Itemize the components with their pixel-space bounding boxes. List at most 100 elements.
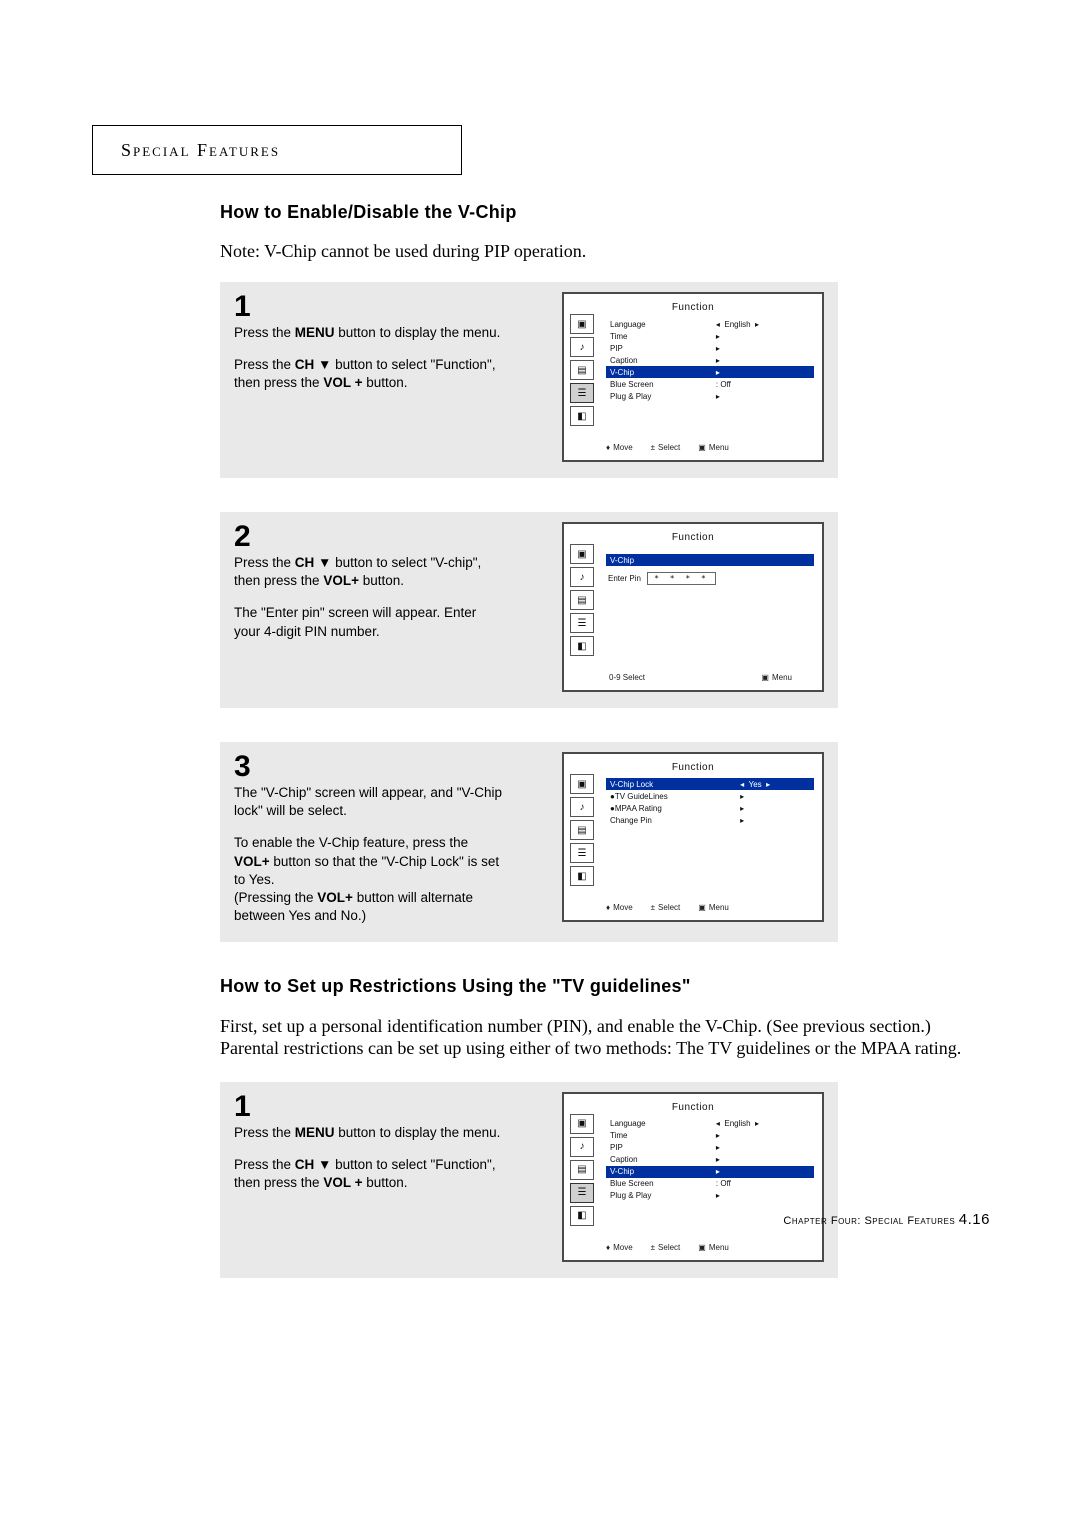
osd-menu-value: ▸	[722, 790, 814, 802]
osd-icon-1: ▣	[570, 544, 594, 564]
osd-menu-value: ▸	[698, 342, 814, 354]
footer-page-number: 4.16	[959, 1211, 990, 1228]
osd-menu-value: ▸	[698, 330, 814, 342]
osd-title: Function	[564, 302, 822, 313]
osd-menu-label: Change Pin	[606, 814, 722, 826]
osd-title: Function	[564, 1102, 822, 1113]
osd-icon-5: ◧	[570, 636, 594, 656]
osd-title: Function	[564, 762, 822, 773]
step-number: 2	[234, 522, 504, 552]
osd-icon-2: ♪	[570, 797, 594, 817]
osd-menu-label: V-Chip	[606, 1166, 698, 1178]
osd-menu-label: V-Chip Lock	[606, 778, 722, 790]
step-2-text: 2 Press the CH ▼ button to select "V-chi…	[234, 522, 514, 692]
osd-icon-3: ▤	[570, 590, 594, 610]
osd-menu-value: ▸	[698, 1130, 814, 1142]
osd-menu-value: : Off	[698, 378, 814, 390]
osd-menu-value: ▸	[722, 802, 814, 814]
osd-screen-vchip-lock: Function ▣ ♪ ▤ ☰ ◧ V-Chip Lock◂ Yes ▸●TV…	[562, 752, 824, 922]
step-number: 3	[234, 752, 504, 782]
osd-menu-list: Language◂ English ▸Time▸PIP▸Caption▸V-Ch…	[606, 1118, 814, 1202]
osd-menu-label: V-Chip	[606, 366, 698, 378]
step-1-text: 1 Press the MENU button to display the m…	[234, 292, 514, 462]
osd-sidebar: ▣ ♪ ▤ ☰ ◧	[570, 774, 598, 886]
osd-footer-select: Select	[651, 1243, 681, 1252]
section-header-text: Special Features	[121, 140, 280, 161]
osd-menu-label: ●TV GuideLines	[606, 790, 722, 802]
osd-icon-2: ♪	[570, 337, 594, 357]
osd-footer: 0-9 Select Menu	[606, 673, 812, 682]
osd-menu-label: Language	[606, 318, 698, 330]
step-3: 3 The "V-Chip" screen will appear, and "…	[220, 742, 838, 942]
osd-menu-value: ▸	[698, 1154, 814, 1166]
enter-pin-label: Enter Pin	[608, 574, 641, 583]
osd-footer: Move Select Menu	[606, 903, 812, 912]
osd-icon-4: ☰	[570, 843, 594, 863]
osd-icon-3: ▤	[570, 360, 594, 380]
enter-pin-value: * * * *	[647, 572, 716, 585]
osd-icon-2: ♪	[570, 567, 594, 587]
osd-icon-5: ◧	[570, 866, 594, 886]
osd-menu-label: Language	[606, 1118, 698, 1130]
osd-menu-label: PIP	[606, 342, 698, 354]
osd-menu-value: ◂ Yes ▸	[722, 778, 814, 790]
osd-sidebar: ▣ ♪ ▤ ☰ ◧	[570, 1114, 598, 1226]
osd-menu-list: V-Chip Lock◂ Yes ▸●TV GuideLines▸●MPAA R…	[606, 778, 814, 826]
osd-icon-4: ☰	[570, 383, 594, 403]
osd-icon-4: ☰	[570, 613, 594, 633]
osd-menu-value: ▸	[698, 1142, 814, 1154]
osd-footer: Move Select Menu	[606, 1243, 812, 1252]
osd-menu-label: Time	[606, 330, 698, 342]
osd-menu-label: Caption	[606, 354, 698, 366]
osd-icon-5: ◧	[570, 1206, 594, 1226]
osd-footer-select: Select	[651, 443, 681, 452]
osd-menu-list: Language◂ English ▸Time▸PIP▸Caption▸V-Ch…	[606, 318, 814, 402]
osd-icon-2: ♪	[570, 1137, 594, 1157]
step-2: 2 Press the CH ▼ button to select "V-chi…	[220, 512, 838, 708]
osd-icon-5: ◧	[570, 406, 594, 426]
osd-screen-function-1: Function ▣ ♪ ▤ ☰ ◧ Language◂ English ▸Ti…	[562, 292, 824, 462]
osd-footer-menu: Menu	[698, 903, 729, 912]
heading-tv-guidelines: How to Set up Restrictions Using the "TV…	[220, 976, 980, 997]
osd-icon-3: ▤	[570, 1160, 594, 1180]
osd-menu-pin: V-Chip Enter Pin * * * *	[606, 554, 814, 591]
osd-screen-function-2: Function ▣ ♪ ▤ ☰ ◧ Language◂ English ▸Ti…	[562, 1092, 824, 1262]
osd-footer: Move Select Menu	[606, 443, 812, 452]
osd-menu-value: ◂ English ▸	[698, 1118, 814, 1130]
osd-title: Function	[564, 532, 822, 543]
osd-icon-1: ▣	[570, 774, 594, 794]
osd-footer-select: Select	[651, 903, 681, 912]
osd-footer-move: Move	[606, 1243, 633, 1252]
osd-footer-menu: Menu	[698, 1243, 729, 1252]
note-vchip-pip: Note: V-Chip cannot be used during PIP o…	[220, 241, 980, 262]
step-3-p1: The "V-Chip" screen will appear, and "V-…	[234, 784, 504, 820]
osd-menu-value: ▸	[698, 1190, 814, 1202]
step-1: 1 Press the MENU button to display the m…	[220, 282, 838, 478]
osd-menu-value: ▸	[698, 1166, 814, 1178]
osd-menu-value: ▸	[698, 390, 814, 402]
osd-menu-value: : Off	[698, 1178, 814, 1190]
step-3-text: 3 The "V-Chip" screen will appear, and "…	[234, 752, 514, 926]
section-header: Special Features	[92, 125, 462, 175]
osd-menu-label: ●MPAA Rating	[606, 802, 722, 814]
osd-menu-label: Caption	[606, 1154, 698, 1166]
step-2-p1: Press the CH ▼ button to select "V-chip"…	[234, 554, 504, 590]
step-2-p2: The "Enter pin" screen will appear. Ente…	[234, 604, 504, 640]
osd-footer-09: 0-9 Select	[606, 673, 645, 682]
osd-footer-menu: Menu	[698, 443, 729, 452]
osd-footer-move: Move	[606, 903, 633, 912]
osd-menu-label: PIP	[606, 1142, 698, 1154]
osd-menu-label: Blue Screen	[606, 1178, 698, 1190]
osd-menu-label: Blue Screen	[606, 378, 698, 390]
osd-menu-value: ◂ English ▸	[698, 318, 814, 330]
step-1-p2: Press the CH ▼ button to select "Functio…	[234, 356, 504, 392]
step-b1-p2: Press the CH ▼ button to select "Functio…	[234, 1156, 504, 1192]
osd-menu-label: Plug & Play	[606, 390, 698, 402]
osd-vchip-header: V-Chip	[606, 554, 814, 566]
osd-sidebar: ▣ ♪ ▤ ☰ ◧	[570, 544, 598, 656]
osd-menu-value: ▸	[698, 354, 814, 366]
step-3-p2: To enable the V-Chip feature, press the …	[234, 834, 504, 925]
osd-footer-menu: Menu	[761, 673, 792, 682]
osd-screen-enter-pin: Function ▣ ♪ ▤ ☰ ◧ V-Chip Enter Pin * * …	[562, 522, 824, 692]
osd-icon-4: ☰	[570, 1183, 594, 1203]
